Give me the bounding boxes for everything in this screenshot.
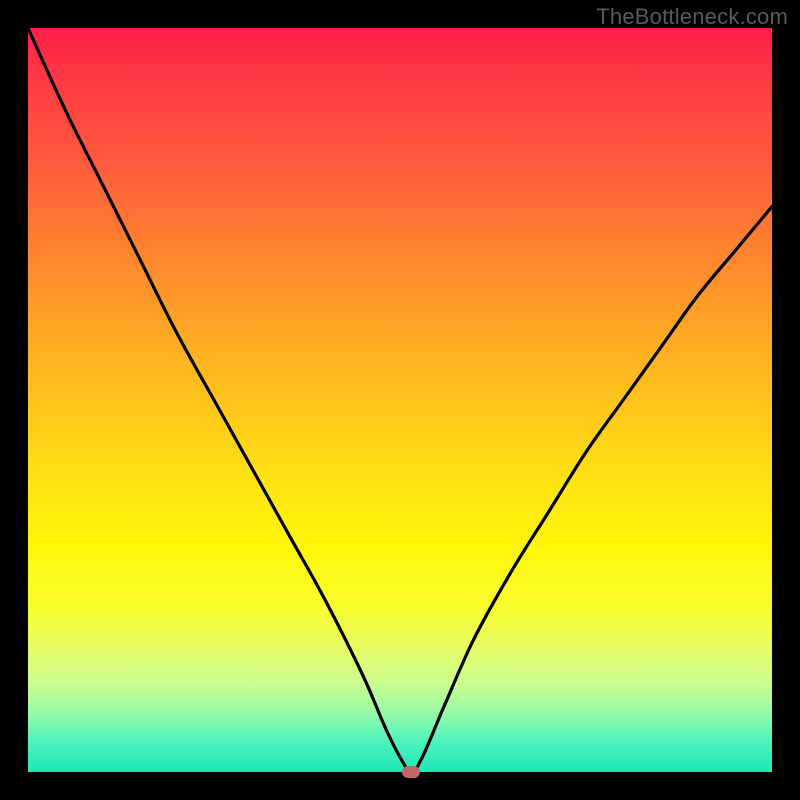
- chart-frame: TheBottleneck.com: [0, 0, 800, 800]
- minimum-marker: [402, 766, 420, 778]
- curve-svg: [28, 28, 772, 772]
- watermark-label: TheBottleneck.com: [596, 4, 788, 30]
- bottleneck-curve: [28, 28, 772, 772]
- plot-area: [28, 28, 772, 772]
